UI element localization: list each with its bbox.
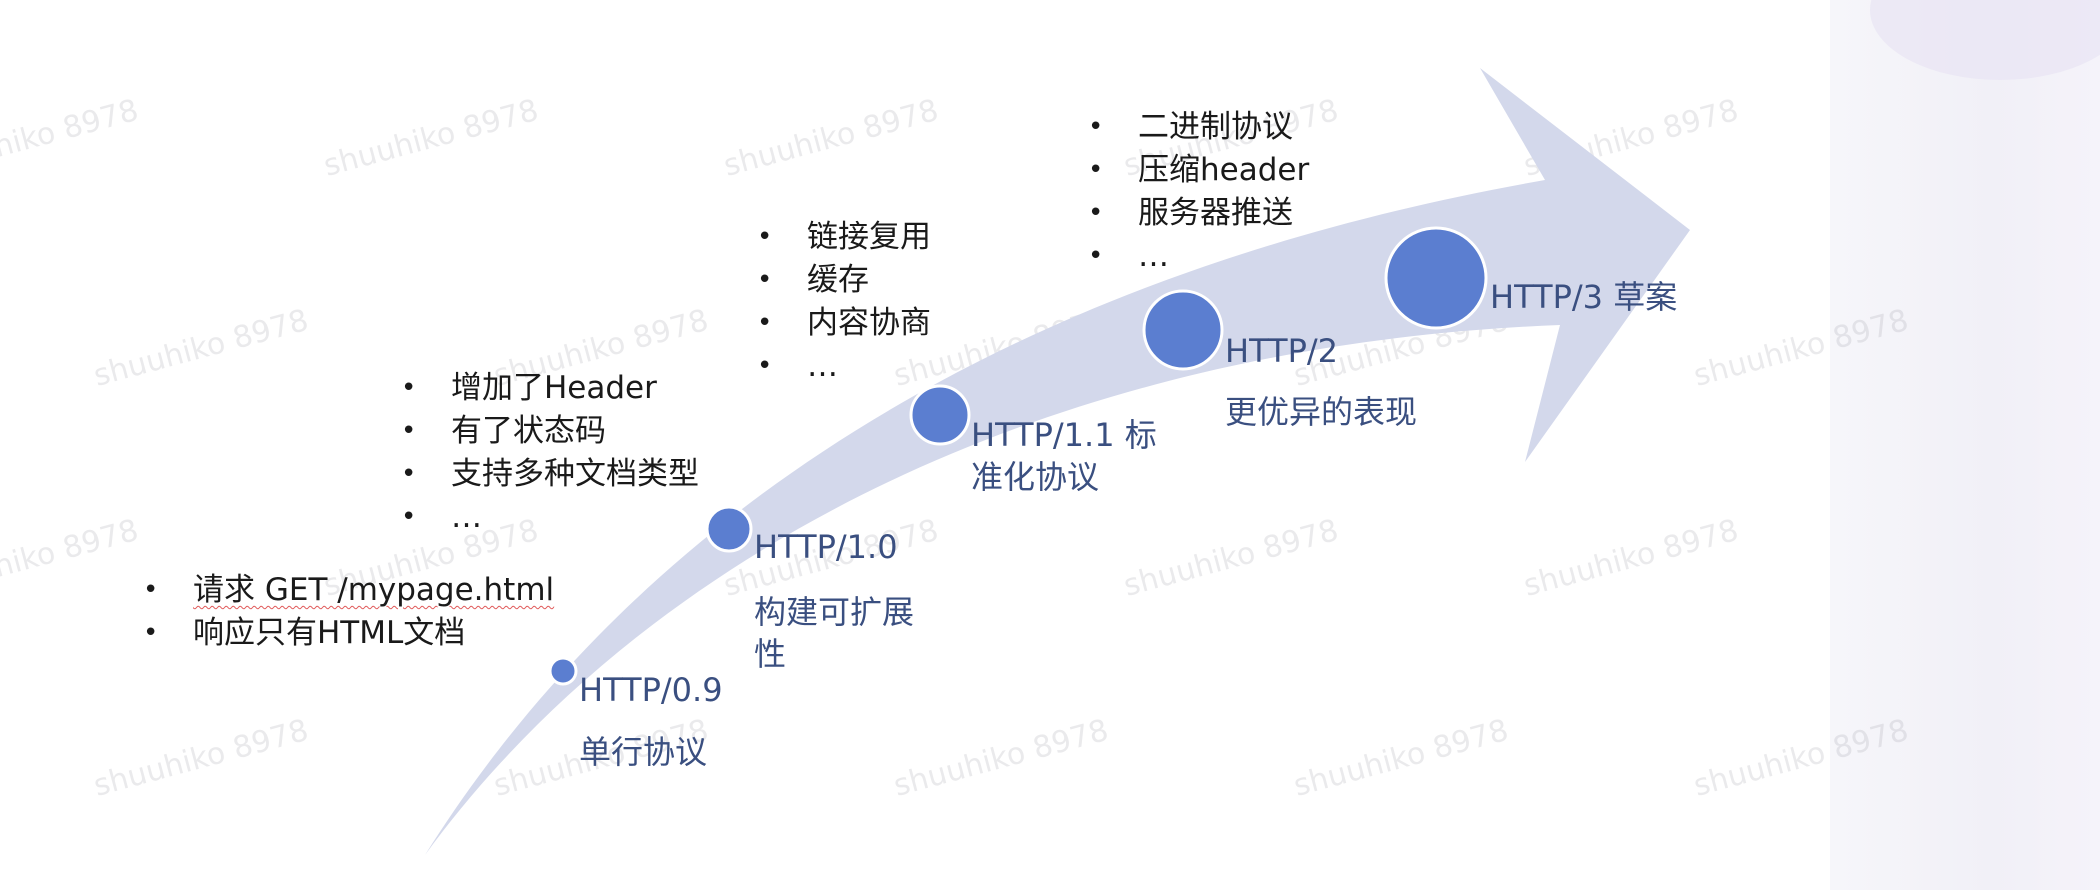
version-label-http10: HTTP/1.0 (754, 528, 898, 566)
version-label-http11: HTTP/1.1 标准化协议 (971, 416, 1157, 496)
feature-text: 服务器推送 (1138, 195, 1293, 231)
feature-text: … (451, 499, 482, 535)
feature-item: 压缩header (1088, 149, 1309, 192)
features-http2: 二进制协议 压缩header 服务器推送 … (1088, 106, 1309, 278)
feature-item: 请求 GET /mypage.html (143, 569, 554, 612)
version-label-http09: HTTP/0.9 (579, 671, 723, 709)
description-http2: 更优异的表现 (1225, 393, 1418, 431)
feature-item: 二进制协议 (1088, 106, 1309, 149)
feature-text: 二进制协议 (1138, 109, 1293, 145)
version-label-http3: HTTP/3 草案 (1490, 278, 1678, 316)
description-http09: 单行协议 (579, 733, 708, 771)
node-http3 (1384, 226, 1488, 330)
feature-item: 内容协商 (757, 302, 931, 345)
feature-text: 响应只有HTML文档 (193, 615, 466, 651)
feature-text: 链接复用 (807, 219, 931, 255)
feature-item: 响应只有HTML文档 (143, 612, 554, 655)
feature-item: 有了状态码 (401, 410, 699, 453)
node-http09 (548, 656, 578, 686)
feature-text: … (807, 348, 838, 384)
feature-text: 压缩header (1138, 152, 1310, 188)
features-http10: 增加了Header 有了状态码 支持多种文档类型 … (401, 367, 699, 539)
feature-item: 链接复用 (757, 216, 931, 259)
feature-text: 支持多种文档类型 (451, 456, 699, 492)
version-label-http2: HTTP/2 (1225, 332, 1339, 370)
feature-item: 服务器推送 (1088, 192, 1309, 235)
features-http11: 链接复用 缓存 内容协商 … (757, 216, 931, 388)
feature-text: 内容协商 (807, 305, 931, 341)
feature-item: … (757, 345, 931, 388)
feature-item: … (1088, 235, 1309, 278)
feature-text: 缓存 (807, 262, 869, 298)
feature-item: 增加了Header (401, 367, 699, 410)
feature-text: 增加了Header (451, 370, 657, 406)
description-http10: 构建可扩展性 (754, 593, 915, 673)
feature-text: 有了状态码 (451, 413, 606, 449)
node-http2 (1142, 289, 1224, 371)
node-http11 (909, 384, 971, 446)
feature-item: 缓存 (757, 259, 931, 302)
feature-item: 支持多种文档类型 (401, 453, 699, 496)
node-http10 (705, 505, 753, 553)
features-http09: 请求 GET /mypage.html 响应只有HTML文档 (143, 569, 554, 655)
feature-text: 请求 GET /mypage.html (193, 572, 555, 608)
feature-item: … (401, 496, 699, 539)
feature-text: … (1138, 238, 1169, 274)
